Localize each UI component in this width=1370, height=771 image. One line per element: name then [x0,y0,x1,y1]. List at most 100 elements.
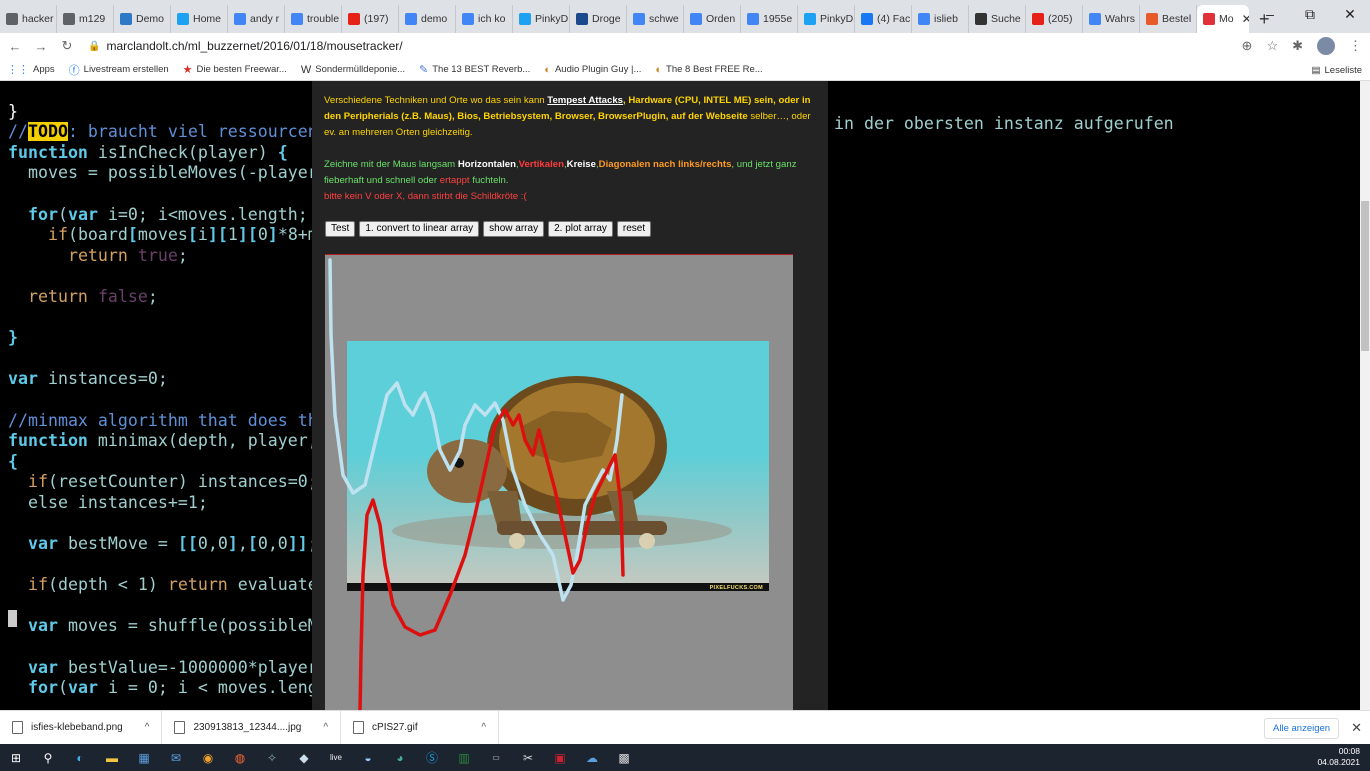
feather-icon: ✎ [419,64,429,76]
spreadsheet-icon[interactable]: ▥ [453,747,475,769]
page-scrollbar[interactable] [1360,81,1370,710]
browser-tab[interactable]: andy r [228,5,285,33]
reload-icon[interactable]: ↻ [56,38,78,54]
browser-tab[interactable]: (4) Fac [855,5,912,33]
browser-tab[interactable]: PinkyD [513,5,570,33]
chrome-icon[interactable]: ◉ [197,747,219,769]
extensions-icon[interactable]: ✱ [1292,38,1303,54]
browser-tab[interactable]: schwe [627,5,684,33]
photo-app-icon[interactable]: ▩ [613,747,635,769]
bookmark-item[interactable]: ✎ The 13 BEST Reverb... [412,63,537,76]
forward-icon[interactable]: → [30,39,52,54]
show-all-button[interactable]: Alle anzeigen [1264,717,1340,739]
app-icon[interactable]: ◒ [357,747,379,769]
browser-tab[interactable]: 1955e [741,5,798,33]
paragraph-techniques: Verschiedene Techniken und Orte wo das s… [324,93,818,141]
drawing-canvas[interactable]: PIXELFUCKS.COM [325,254,793,710]
tab-label: ich ko [478,13,506,25]
skype-icon[interactable]: Ⓢ [421,747,443,769]
reset-button[interactable]: reset [616,221,652,237]
tab-favicon-icon [63,13,75,25]
browser-tab[interactable]: Orden [684,5,741,33]
reading-list[interactable]: ▤ Leseliste [1312,59,1362,81]
zoom-icon[interactable]: ⊕ [1242,38,1253,54]
browser-tab[interactable]: trouble [285,5,342,33]
browser-tab[interactable]: demo [399,5,456,33]
browser-tab[interactable]: Droge [570,5,627,33]
test-button[interactable]: Test [325,221,356,237]
tab-label: Home [193,13,222,25]
show-array-button[interactable]: show array [483,221,545,237]
search-icon[interactable]: ⚲ [37,747,59,769]
chat-icon[interactable]: ◕ [389,747,411,769]
close-tab-icon[interactable]: ✕ [1242,12,1249,26]
store-icon[interactable]: ▦ [133,747,155,769]
bookmark-item[interactable]: ◐ Audio Plugin Guy |... [537,64,648,76]
bookmark-star-icon[interactable]: ☆ [1266,38,1278,54]
plot-array-button[interactable]: 2. plot array [548,221,613,237]
toolbar-actions: ⊕ ☆ ✱ ⋮ [1242,33,1362,59]
tab-label: (197) [364,13,389,25]
system-clock[interactable]: 00:08 04.08.2021 [1317,746,1360,768]
mail-icon[interactable]: ✉ [165,747,187,769]
tab-favicon-icon [747,13,759,25]
browser-tab[interactable]: ich ko [456,5,513,33]
url-text[interactable]: marclandolt.ch/ml_buzzernet/2016/01/18/m… [106,39,402,53]
address-bar[interactable]: 🔒 marclandolt.ch/ml_buzzernet/2016/01/18… [88,39,403,53]
tempest-attacks-link[interactable]: Tempest Attacks [547,95,623,106]
chevron-up-icon[interactable]: ^ [323,722,328,733]
download-item[interactable]: isfies-klebeband.png ^ [0,710,163,745]
windows-start-icon[interactable]: ⊞ [5,747,27,769]
edge-icon[interactable]: ◐ [69,747,91,769]
firefox-icon[interactable]: ◍ [229,747,251,769]
chevron-up-icon[interactable]: ^ [145,722,150,733]
tools-icon[interactable]: ✂ [517,747,539,769]
browser-tab[interactable]: Wahrs [1083,5,1140,33]
download-item[interactable]: cPIS27.gif ^ [341,710,500,745]
browser-tab[interactable]: PinkyD [798,5,855,33]
file-explorer-icon[interactable]: ▬ [101,747,123,769]
browser-tab[interactable]: Home [171,5,228,33]
browser-tab[interactable]: m129 [57,5,114,33]
app-icon[interactable]: ◆ [293,747,315,769]
cloud-icon[interactable]: ☁ [581,747,603,769]
bookmark-item[interactable]: ◐ The 8 Best FREE Re... [648,64,769,76]
close-window-button[interactable]: ✕ [1330,6,1370,23]
bookmark-item[interactable]: ⓕ Livestream erstellen [62,62,176,78]
menu-icon[interactable]: ⋮ [1349,38,1362,54]
browser-tab[interactable]: hacker [0,5,57,33]
browser-tab[interactable]: (197) [342,5,399,33]
minimize-button[interactable]: – [1250,6,1290,22]
bookmark-item[interactable]: ⋮⋮ Apps [0,63,62,76]
browser-tab[interactable]: Suche [969,5,1026,33]
browser-tab[interactable]: islieb [912,5,969,33]
background-code: }//TODO: braucht viel ressourcen function… [8,101,318,698]
tab-label: 1955e [763,13,793,25]
calculator-icon[interactable]: ▭ [485,747,507,769]
download-item[interactable]: 230913813_12344....jpg ^ [162,710,342,745]
browser-tab[interactable]: (205) [1026,5,1083,33]
maximize-button[interactable]: ⧉ [1290,6,1330,23]
network-tool-icon[interactable]: ✧ [261,747,283,769]
vertical-label: Vertikalen [518,159,564,170]
file-icon [174,721,186,734]
tab-label: Bestel [1162,13,1192,25]
trace-light-blue [328,258,624,602]
bookmark-item[interactable]: ★ Die besten Freewar... [176,63,294,76]
chevron-up-icon[interactable]: ^ [481,722,486,733]
browser-tab[interactable]: Demo [114,5,171,33]
profile-avatar[interactable] [1317,37,1335,55]
video-icon[interactable]: ▣ [549,747,571,769]
bookmark-item[interactable]: W Sondermülldeponie... [294,64,412,76]
convert-linear-array-button[interactable]: 1. convert to linear array [359,221,480,237]
star-icon: ★ [182,64,193,76]
lock-icon: 🔒 [88,40,101,52]
browser-tab[interactable]: Bestel [1140,5,1197,33]
active-tab[interactable]: Mo ✕ [1197,5,1249,33]
live-icon[interactable]: live [325,747,347,769]
bookmark-label: Sondermülldeponie... [315,64,406,75]
scrollbar-thumb[interactable] [1361,201,1369,351]
close-downloads-icon[interactable]: ✕ [1351,720,1362,736]
tab-strip: hacker m129 Demo Home andy r trouble (197) demo… [0,0,1370,33]
back-icon[interactable]: ← [4,39,26,54]
